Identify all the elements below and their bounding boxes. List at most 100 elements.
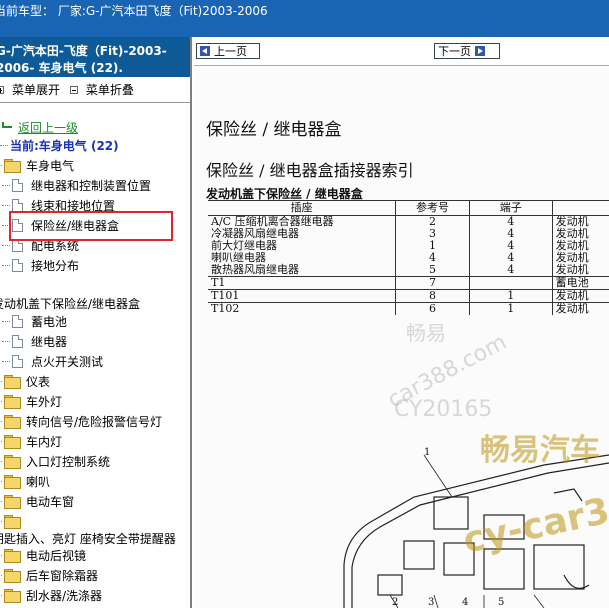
- tree-line: [0, 520, 2, 522]
- manual-page: 保险丝 / 继电器盒 保险丝 / 继电器盒插接器索引 发动机盖下保险丝 / 继电…: [194, 67, 609, 608]
- tree-line: [0, 460, 2, 462]
- table-cell: 发动机: [551, 289, 609, 303]
- tree-item-label: 钥匙插入、亮灯 座椅安全带提醒器: [0, 531, 176, 546]
- tree-item-label: 继电器和控制装置位置: [31, 178, 152, 193]
- tree-line: [2, 340, 10, 342]
- tree-item[interactable]: 转向信号/危险报警信号灯: [0, 412, 162, 430]
- callout-label: 2: [392, 597, 399, 608]
- plus-box-icon: [0, 85, 4, 94]
- collapse-menu-button[interactable]: 菜单折叠: [69, 81, 134, 98]
- folder-icon: [4, 475, 21, 489]
- tree-item[interactable]: 电动后视镜: [0, 546, 86, 564]
- left-nav-panel: G-广汽本田-飞度（Fit)-2003- 2006- 车身电气 (22). 菜单…: [0, 37, 192, 608]
- callout-label: 1: [424, 447, 431, 458]
- minus-box-icon: [69, 85, 78, 94]
- tree-item[interactable]: 钥匙插入、亮灯 座椅安全带提醒器: [0, 529, 176, 547]
- folder-icon: [4, 415, 21, 429]
- table-cell: 蓄电池: [551, 276, 609, 290]
- document-icon: [12, 178, 23, 192]
- tree-line: [0, 380, 2, 382]
- prev-page-button[interactable]: 上一页: [196, 43, 260, 59]
- column-header: [551, 200, 609, 216]
- tree-item-label: 蓄电池: [31, 314, 68, 329]
- folder-icon: [4, 375, 21, 389]
- tree-item[interactable]: 刮水器/洗涤器: [0, 586, 102, 604]
- table-cell: 4: [468, 264, 553, 277]
- tree-item[interactable]: 车身电气: [0, 156, 74, 174]
- relay-socket: [403, 540, 435, 570]
- table-row: T101 8 1 发动机: [208, 289, 609, 303]
- callout-label: 4: [462, 597, 469, 608]
- tree-item-label: 车外灯: [26, 394, 63, 409]
- current-model-text: 当前车型： 厂家:G-广汽本田飞度（Fit)2003-2006: [0, 4, 268, 18]
- tree-line: [0, 420, 2, 422]
- window-title-bar: 当前车型： 厂家:G-广汽本田飞度（Fit)2003-2006: [0, 0, 609, 37]
- document-icon: [12, 314, 23, 328]
- tree-item[interactable]: 点火开关测试: [2, 352, 103, 370]
- tree-item[interactable]: 后车窗除霜器: [0, 566, 98, 584]
- table-cell: [468, 276, 553, 290]
- tree-line: [0, 164, 2, 166]
- tree-item[interactable]: 车外灯: [0, 392, 62, 410]
- tree-line: [0, 440, 2, 442]
- folder-icon: [4, 495, 21, 509]
- table-cell: 散热器风扇继电器: [211, 263, 299, 276]
- tree-item-label: 仪表: [26, 374, 51, 389]
- menu-tools: 菜单展开 菜单折叠: [0, 81, 144, 99]
- tree-line: [0, 400, 2, 402]
- document-viewer: 上一页 下一页 保险丝 / 继电器盒 保险丝 / 继电器盒插接器索引 发动机盖下…: [194, 37, 609, 608]
- folder-icon: [4, 455, 21, 469]
- divider: [194, 65, 609, 66]
- folder-icon: [4, 435, 21, 449]
- right-arrow-icon: [475, 46, 485, 56]
- table-cell: 1: [468, 302, 553, 315]
- go-up-link[interactable]: 返回上一级: [0, 118, 78, 136]
- tree-line: [0, 480, 2, 482]
- tree-item[interactable]: 仪表: [0, 372, 50, 390]
- tree-line: [0, 574, 2, 576]
- tree-item-label: 刮水器/洗涤器: [26, 588, 103, 603]
- table-cell: 1: [468, 289, 553, 303]
- tree-item-label: 电动后视镜: [26, 548, 87, 563]
- tree-item[interactable]: 车内灯: [0, 432, 62, 450]
- callout-label: 3: [428, 597, 435, 608]
- document-icon: [12, 334, 23, 348]
- table-row: T1 7 蓄电池: [208, 276, 609, 290]
- tree-item[interactable]: 蓄电池: [2, 312, 67, 330]
- tree-item[interactable]: 入口灯控制系统: [0, 452, 110, 470]
- prev-page-label: 上一页: [214, 45, 247, 58]
- expand-menu-button[interactable]: 菜单展开: [0, 81, 60, 98]
- go-up-label: 返回上一级: [18, 120, 79, 135]
- tree-item-label: 转向信号/危险报警信号灯: [26, 414, 163, 429]
- table-header-row: 插座 参考号 端子: [208, 200, 609, 216]
- column-header: 插座: [208, 200, 396, 216]
- tree-line: [0, 594, 2, 596]
- page-subheading: 保险丝 / 继电器盒插接器索引: [206, 161, 414, 180]
- table-cell: T101: [208, 289, 396, 303]
- nav-header-line1: G-广汽本田-飞度（Fit)-2003-: [0, 44, 167, 58]
- tree-line: [0, 554, 2, 556]
- table-cell: 5: [395, 264, 470, 277]
- divider: [0, 102, 190, 103]
- tree-item[interactable]: 继电器: [2, 332, 67, 350]
- document-icon: [12, 354, 23, 368]
- column-header: 端子: [468, 200, 553, 216]
- tree-item[interactable]: 发动机盖下保险丝/继电器盒: [0, 294, 140, 312]
- table-cell: 发动机: [551, 264, 609, 277]
- table-cell: 发动机: [551, 302, 609, 315]
- tree-item[interactable]: 继电器和控制装置位置: [2, 176, 151, 194]
- next-page-button[interactable]: 下一页: [434, 43, 500, 59]
- brand-watermark: 畅易汽车: [480, 433, 600, 468]
- tree-item[interactable]: [0, 512, 26, 530]
- tree-item[interactable]: 电动车窗: [0, 492, 74, 510]
- page-nav-bar: 上一页 下一页: [194, 37, 609, 64]
- tree-line: [2, 320, 10, 322]
- tree-line: [0, 144, 8, 146]
- tree-line: [0, 500, 2, 502]
- tree-item[interactable]: 喇叭: [0, 472, 50, 490]
- folder-icon: [4, 549, 21, 563]
- next-page-label: 下一页: [438, 45, 471, 58]
- folder-icon: [4, 569, 21, 583]
- collapse-menu-label: 菜单折叠: [85, 83, 134, 97]
- tree-item[interactable]: 接地分布: [2, 256, 79, 274]
